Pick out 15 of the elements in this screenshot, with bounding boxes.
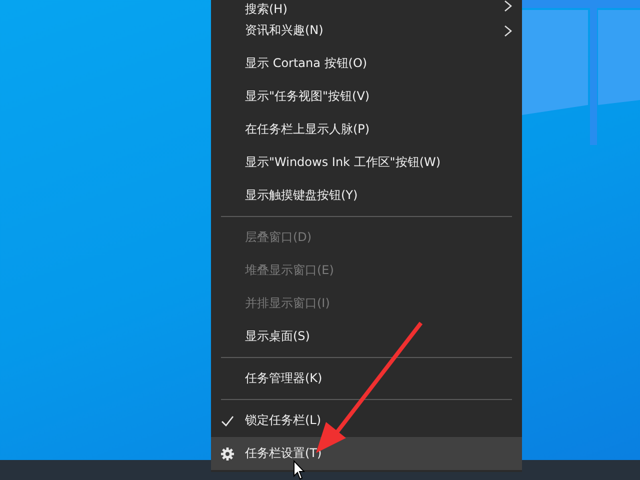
menu-item[interactable]: 在任务栏上显示人脉(P) [211, 113, 522, 146]
menu-item[interactable]: 显示"任务视图"按钮(V) [211, 80, 522, 113]
menu-item[interactable]: 显示桌面(S) [211, 320, 522, 353]
menu-item[interactable]: 资讯和兴趣(N) [211, 14, 522, 47]
mouse-pointer-icon [293, 460, 305, 480]
menu-item[interactable]: 任务管理器(K) [211, 362, 522, 395]
chevron-right-icon [504, 0, 512, 12]
menu-item[interactable]: 搜索(H) [211, 0, 522, 14]
chevron-right-icon [504, 24, 512, 36]
menu-item[interactable]: 显示 Cortana 按钮(O) [211, 47, 522, 80]
settings-icon [221, 447, 234, 460]
menu-item[interactable]: 锁定任务栏(L) [211, 404, 522, 437]
checkmark-icon [221, 414, 234, 427]
menu-item[interactable]: 显示触摸键盘按钮(Y) [211, 179, 522, 212]
menu-item[interactable]: 显示"Windows Ink 工作区"按钮(W) [211, 146, 522, 179]
